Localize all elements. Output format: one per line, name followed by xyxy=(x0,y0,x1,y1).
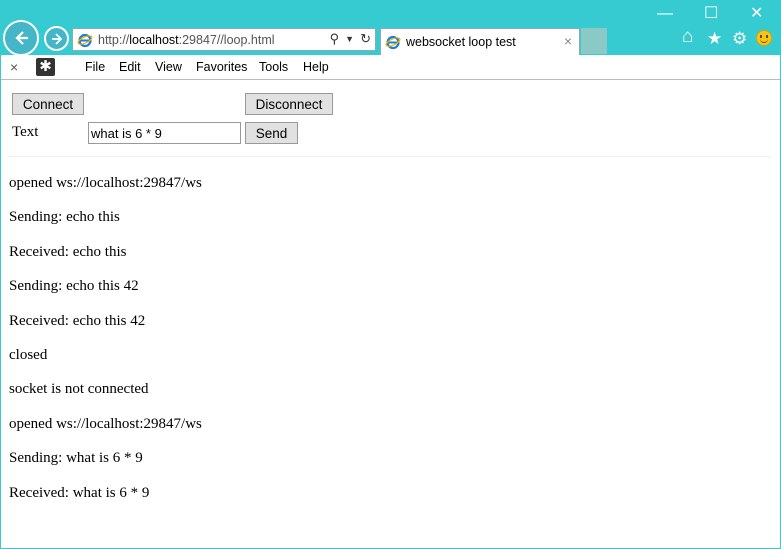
search-icon[interactable]: ⚲ xyxy=(330,31,340,47)
url-host: localhost xyxy=(129,32,179,47)
log-line: opened ws://localhost:29847/ws xyxy=(9,415,202,432)
close-icon[interactable]: × xyxy=(10,59,18,75)
forward-button[interactable] xyxy=(44,26,69,51)
smiley-feedback-icon[interactable] xyxy=(756,30,772,46)
refresh-icon[interactable]: ↻ xyxy=(360,31,371,47)
address-bar[interactable]: http://localhost:29847//loop.html ⚲ ▼ ↻ xyxy=(72,28,376,51)
menu-file[interactable]: File xyxy=(85,60,105,74)
arrow-left-icon xyxy=(15,31,28,45)
minimize-icon[interactable]: — xyxy=(657,6,673,22)
new-tab-button[interactable] xyxy=(581,28,607,54)
text-label: Text xyxy=(12,124,39,140)
address-url: http://localhost:29847//loop.html xyxy=(98,33,275,47)
tab-ie-logo-icon xyxy=(385,34,401,50)
log-line: Sending: what is 6 * 9 xyxy=(9,450,143,467)
extension-icon[interactable]: ✱ xyxy=(36,58,55,76)
ie-logo-icon xyxy=(77,32,93,48)
divider xyxy=(8,156,771,157)
menu-help[interactable]: Help xyxy=(303,60,329,74)
log-line: closed xyxy=(9,346,48,363)
log-line: socket is not connected xyxy=(9,381,149,398)
url-path: :29847//loop.html xyxy=(178,32,275,47)
title-bar: http://localhost:29847//loop.html ⚲ ▼ ↻ … xyxy=(0,0,781,56)
url-scheme: http:// xyxy=(98,32,130,47)
tab-close-icon[interactable]: × xyxy=(564,33,572,49)
menu-tools[interactable]: Tools xyxy=(259,60,288,74)
log-line: Sending: echo this 42 xyxy=(9,278,139,295)
gear-icon[interactable]: ⚙ xyxy=(732,30,747,47)
star-icon[interactable]: ★ xyxy=(707,30,722,47)
log-line: Received: echo this xyxy=(9,243,127,260)
maximize-icon[interactable]: ☐ xyxy=(704,6,718,22)
menu-favorites[interactable]: Favorites xyxy=(196,60,247,74)
log-line: Sending: echo this xyxy=(9,209,120,226)
dropdown-icon[interactable]: ▼ xyxy=(345,34,354,44)
message-log: opened ws://localhost:29847/ws Sending: e… xyxy=(9,175,202,519)
menu-edit[interactable]: Edit xyxy=(119,60,141,74)
home-icon[interactable]: ⌂ xyxy=(682,27,693,46)
back-button[interactable] xyxy=(3,20,39,56)
send-button[interactable]: Send xyxy=(245,122,298,144)
page-content: Connect Disconnect Text what is 6 * 9 Se… xyxy=(0,81,781,549)
log-line: opened ws://localhost:29847/ws xyxy=(9,175,202,191)
log-line: Received: echo this 42 xyxy=(9,312,146,329)
connect-button[interactable]: Connect xyxy=(12,93,84,115)
arrow-right-icon xyxy=(51,32,62,45)
menu-bar: × ✱ File Edit View Favorites Tools Help xyxy=(0,55,781,80)
close-icon[interactable]: ✕ xyxy=(750,6,763,22)
disconnect-button[interactable]: Disconnect xyxy=(245,93,333,115)
tab-active[interactable]: websocket loop test × xyxy=(380,28,580,55)
menu-view[interactable]: View xyxy=(155,60,182,74)
tab-title: websocket loop test xyxy=(406,35,516,49)
log-line: Received: what is 6 * 9 xyxy=(9,484,150,501)
message-input[interactable]: what is 6 * 9 xyxy=(88,122,241,144)
